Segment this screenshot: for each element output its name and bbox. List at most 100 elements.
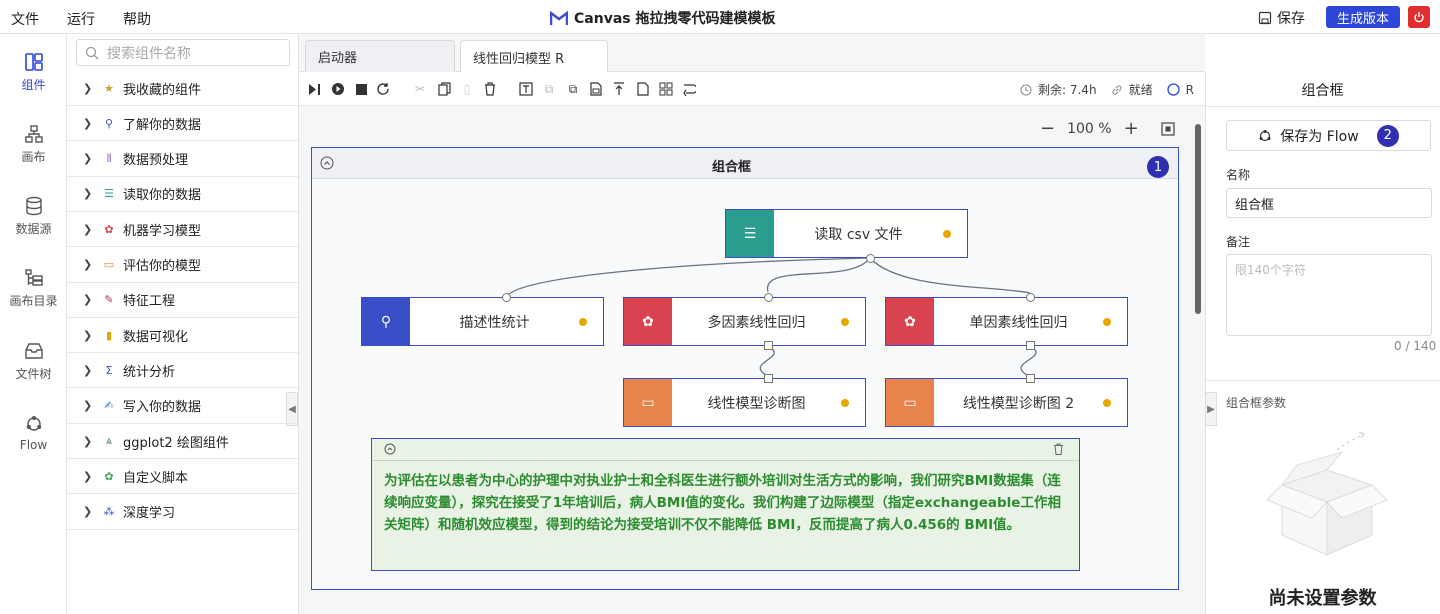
input-port[interactable] [764,374,773,383]
node-label: 单因素线性回归 [969,314,1068,331]
evaluate-icon: ▭ [624,379,672,426]
category-label: 我收藏的组件 [123,82,202,98]
chevron-right-icon: ❯ [83,505,93,519]
category-label: 统计分析 [123,364,176,380]
brain-icon: ✿ [104,222,114,236]
magnifier-icon: ⚲ [362,298,410,345]
edge-csv-single [869,257,1031,294]
divider [1205,380,1440,381]
status-dot [1103,398,1111,407]
node-label: 读取 csv 文件 [814,226,903,243]
edge-csv-multi [767,257,871,293]
chevron-right-icon: ❯ [83,363,93,377]
divider [1205,106,1440,107]
chevron-right-icon: ❯ [83,399,93,413]
node-label: 描述性统计 [459,314,530,331]
chevron-right-icon: ❯ [83,328,93,342]
category-item[interactable]: ❯ ⩓ ggplot2 绘图组件 [67,424,298,459]
empty-params-text: 尚未设置参数 [1268,588,1377,609]
save-as-flow-label: 保存为 Flow [1280,128,1359,145]
category-item[interactable]: ❯ ★ 我收藏的组件 [67,71,298,106]
flow-badge: 2 [1376,124,1399,147]
deep-learning-icon: ⁂ [103,505,115,519]
node-read-csv[interactable]: ☰ 读取 csv 文件 [725,209,968,258]
input-port[interactable] [764,293,773,302]
name-label: 名称 [1226,168,1251,182]
read-data-icon: ☰ [726,210,774,257]
input-port[interactable] [502,293,511,302]
category-item[interactable]: ❯ ✿ 机器学习模型 [67,212,298,248]
script-icon: ✿ [104,469,114,483]
category-item[interactable]: ❯ ✍ 写入你的数据 [67,389,298,424]
chevron-right-icon: ❯ [83,187,93,201]
evaluate-icon: ▭ [103,258,115,271]
status-dot [841,317,849,326]
category-label: ggplot2 绘图组件 [123,435,229,451]
chevron-right-icon: ❯ [83,258,93,271]
brain-icon: ✿ [624,298,672,345]
category-item[interactable]: ❯ ▭ 评估你的模型 [67,248,298,283]
collapse-right-handle[interactable]: ▶ [1205,392,1217,426]
empty-box-illustration [1266,431,1388,556]
category-item[interactable]: ❯ ⫴ 数据预处理 [67,142,298,177]
node-single-regression[interactable]: ✿ 单因素线性回归 [885,297,1128,346]
input-port[interactable] [1026,374,1035,383]
output-port[interactable] [764,341,773,350]
output-port[interactable] [1026,341,1035,350]
ggplot-icon: ⩓ [105,434,113,447]
node-describe[interactable]: ⚲ 描述性统计 [361,297,604,346]
properties-title: 组合框 [1301,83,1344,99]
category-item[interactable]: ❯ ✿ 自定义脚本 [67,459,298,495]
category-label: 评估你的模型 [123,259,202,274]
edge-multi-diag1 [759,345,775,376]
brain-icon: ✿ [886,298,934,345]
read-data-icon: ☰ [104,187,114,201]
note-label: 备注 [1226,235,1251,249]
params-label: 组合框参数 [1226,396,1287,410]
save-as-flow-button[interactable]: 保存为 Flow 2 [1226,120,1431,151]
category-item[interactable]: ❯ ⁂ 深度学习 [67,495,298,530]
output-port[interactable] [866,254,875,263]
note-text: 为评估在以患者为中心的护理中对执业护士和全科医生进行额外培训对生活方式的影响，我… [384,473,1061,533]
category-item[interactable]: ❯ ⚲ 了解你的数据 [67,106,298,142]
chevron-right-icon: ❯ [83,81,93,95]
category-label: 机器学习模型 [123,223,202,239]
delete-note-icon[interactable] [1053,443,1064,455]
category-item[interactable]: ❯ ☰ 读取你的数据 [67,177,298,212]
chevron-right-icon: ❯ [83,152,93,166]
chevron-right-icon: ❯ [83,293,93,307]
magnifier-icon: ⚲ [104,116,114,130]
category-item[interactable]: ❯ Σ 统计分析 [67,353,298,389]
name-field[interactable]: 组合框 [1226,188,1432,218]
input-port[interactable] [1026,293,1035,302]
write-data-icon: ✍ [104,399,114,413]
status-dot [841,398,849,407]
star-icon: ★ [104,81,114,95]
bar-chart-icon: ▮ [105,328,113,342]
category-label: 深度学习 [123,506,176,522]
feature-icon: ✎ [104,293,114,307]
status-dot [579,317,587,326]
category-label: 自定义脚本 [123,470,189,486]
note-textarea[interactable]: 限140个字符 [1226,254,1432,336]
category-label: 写入你的数据 [123,400,202,416]
collapse-note-icon[interactable] [384,443,396,455]
sigma-icon: Σ [105,363,113,377]
status-dot [1103,317,1111,326]
category-item[interactable]: ❯ ✎ 特征工程 [67,283,298,318]
chevron-right-icon: ❯ [83,434,93,448]
node-label: 线性模型诊断图 2 [962,395,1075,412]
node-diagnostic-1[interactable]: ▭ 线性模型诊断图 [623,378,866,427]
node-multi-regression[interactable]: ✿ 多因素线性回归 [623,297,866,346]
char-counter: 0 / 140 [1394,339,1437,353]
category-label: 了解你的数据 [123,117,202,133]
node-label: 多因素线性回归 [707,314,806,331]
edge-csv-describe [505,257,871,298]
node-diagnostic-2[interactable]: ▭ 线性模型诊断图 2 [885,378,1128,427]
node-label: 线性模型诊断图 [707,395,806,412]
preprocess-icon: ⫴ [106,151,112,165]
edge-single-diag2 [1020,345,1037,376]
chevron-right-icon: ❯ [83,469,93,483]
category-label: 数据预处理 [123,153,189,169]
category-item[interactable]: ❯ ▮ 数据可视化 [67,318,298,354]
